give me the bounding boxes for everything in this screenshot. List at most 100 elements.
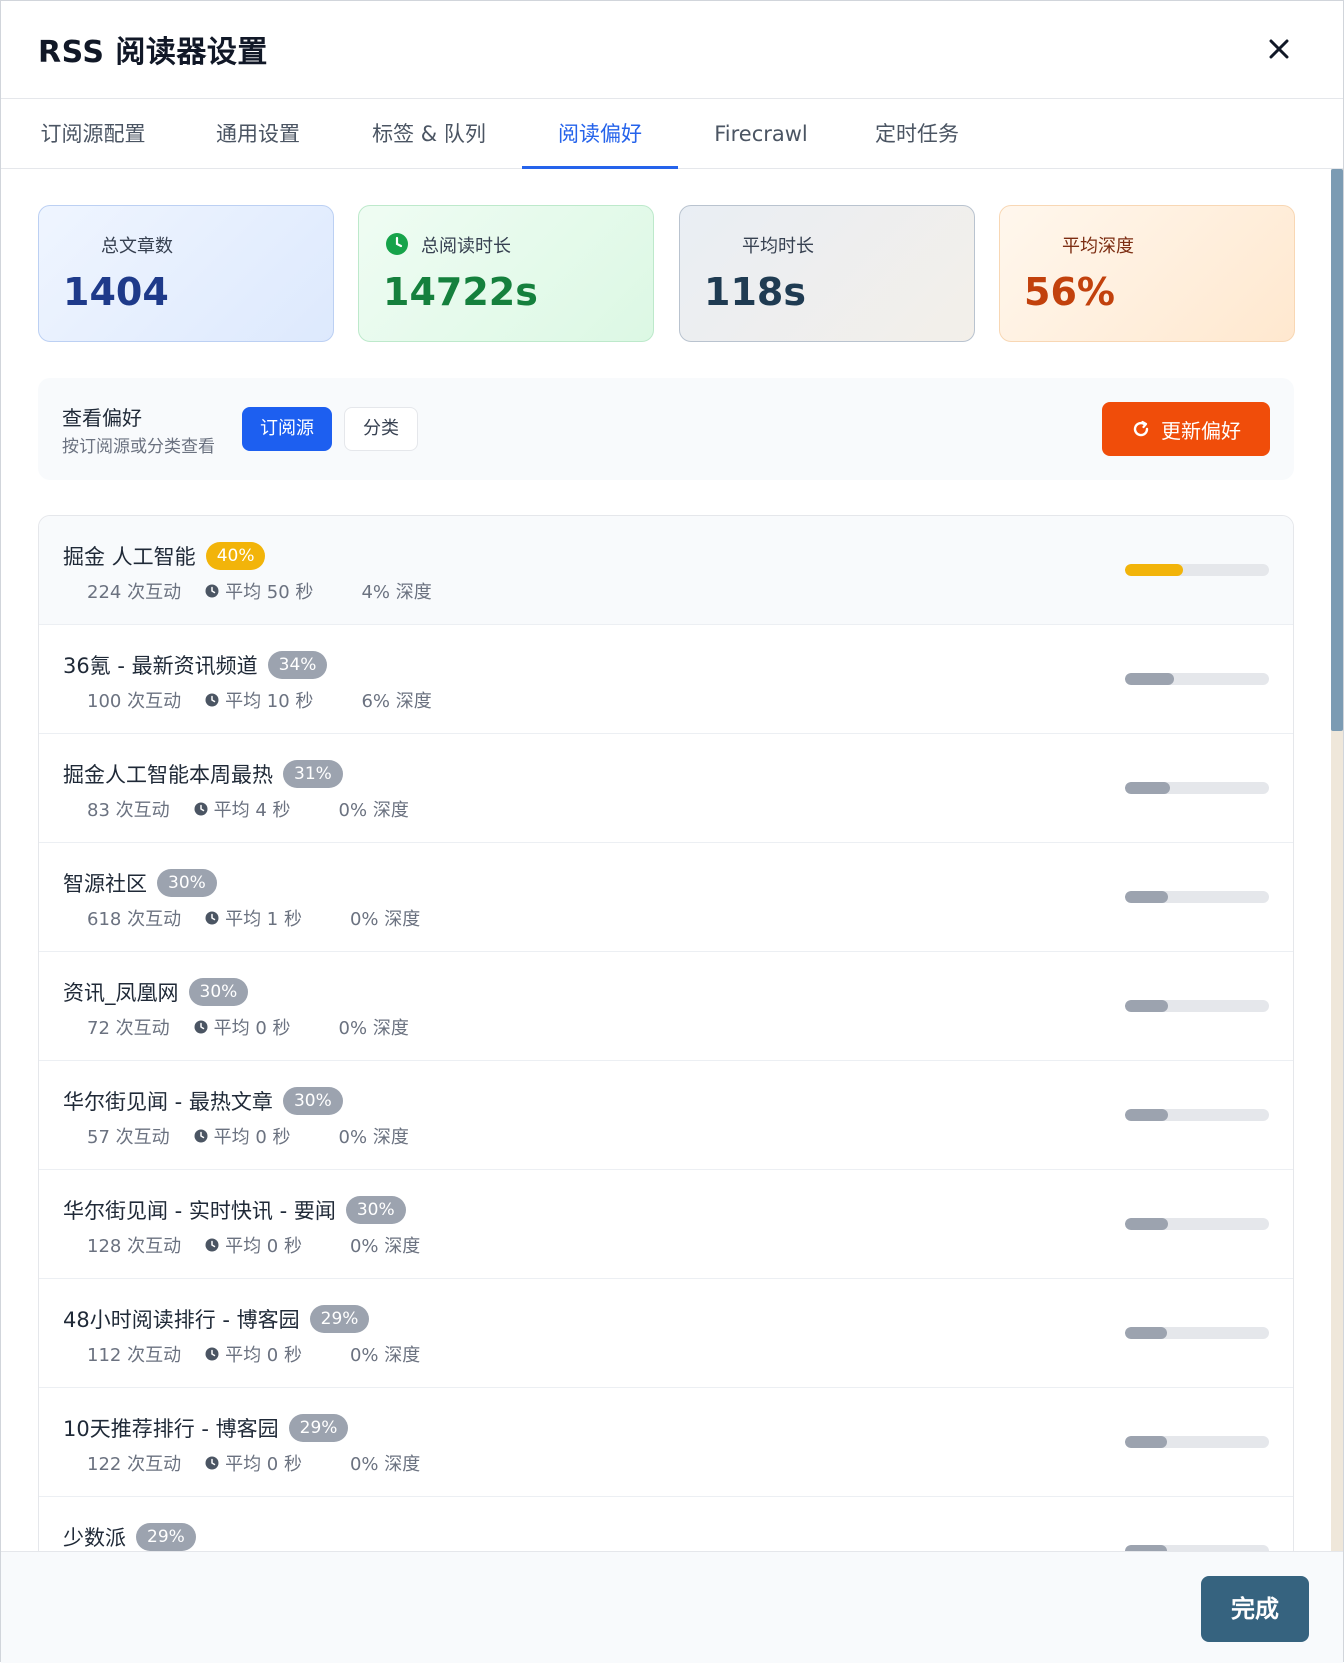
average-duration: 平均 0 秒 <box>225 1236 302 1257</box>
stat-card-avg-duration: 平均时长 118s <box>679 205 975 342</box>
preference-percent-badge: 34% <box>267 651 328 679</box>
preference-progress-bar <box>1125 891 1269 903</box>
reading-depth: 0% 深度 <box>338 1018 409 1039</box>
preference-progress-bar <box>1125 564 1269 576</box>
list-item[interactable]: 华尔街见闻 - 实时快讯 - 要闻 30% 128 次互动 平均 0 秒 0% 深度 <box>39 1170 1293 1279</box>
list-item[interactable]: 10天推荐排行 - 博客园 29% 122 次互动 平均 0 秒 0% 深度 <box>39 1388 1293 1497</box>
interaction-count: 100 次互动 <box>87 691 182 712</box>
reading-depth: 0% 深度 <box>338 1127 409 1148</box>
tab-bar: 订阅源配置 通用设置 标签 & 队列 阅读偏好 Firecrawl 定时任务 <box>1 99 1343 169</box>
preference-progress-fill <box>1125 891 1169 903</box>
list-item-title-line: 掘金 人工智能 40% <box>63 541 266 571</box>
clock-icon <box>205 693 219 707</box>
feed-name: 36氪 - 最新资讯频道 <box>63 654 258 678</box>
preference-progress-bar <box>1125 1436 1269 1448</box>
list-item[interactable]: 掘金 人工智能 40% 224 次互动 平均 50 秒 4% 深度 <box>39 516 1293 625</box>
interaction-count: 57 次互动 <box>87 1127 170 1148</box>
clock-icon <box>205 1456 219 1470</box>
close-icon <box>1269 39 1289 59</box>
preference-percent-badge: 30% <box>282 1087 343 1115</box>
feed-name: 48小时阅读排行 - 博客园 <box>63 1308 300 1332</box>
stat-card-total-articles: 总文章数 1404 <box>38 205 334 342</box>
list-item-meta: 83 次互动 平均 4 秒 0% 深度 <box>87 796 409 822</box>
tab-tags-queue[interactable]: 标签 & 队列 <box>370 99 488 169</box>
interaction-count: 83 次互动 <box>87 800 170 821</box>
preference-percent-badge: 40% <box>205 542 266 570</box>
list-item-meta: 122 次互动 平均 0 秒 0% 深度 <box>87 1450 420 1476</box>
clock-icon <box>205 1238 219 1252</box>
list-item[interactable]: 掘金人工智能本周最热 31% 83 次互动 平均 4 秒 0% 深度 <box>39 734 1293 843</box>
list-item-meta: 224 次互动 平均 50 秒 4% 深度 <box>87 578 432 604</box>
preference-percent-badge: 31% <box>283 760 343 788</box>
list-item-title-line: 少数派 29% <box>63 1522 196 1551</box>
tab-feed-config[interactable]: 订阅源配置 <box>38 99 148 169</box>
view-preference-subtitle: 按订阅源或分类查看 <box>62 437 215 457</box>
feed-name: 掘金 人工智能 <box>63 545 196 569</box>
tab-general[interactable]: 通用设置 <box>214 99 302 169</box>
view-preference-bar: 查看偏好 按订阅源或分类查看 订阅源 分类 更新偏好 <box>38 378 1294 480</box>
refresh-preferences-label: 更新偏好 <box>1161 418 1241 443</box>
stat-value: 118s <box>704 270 806 314</box>
preference-progress-fill <box>1125 1000 1169 1012</box>
list-item-meta: 128 次互动 平均 0 秒 0% 深度 <box>87 1232 420 1258</box>
feed-name: 智源社区 <box>63 872 147 896</box>
stat-value: 14722s <box>383 270 538 314</box>
stat-card-avg-depth: 平均深度 56% <box>999 205 1295 342</box>
view-by-category-button[interactable]: 分类 <box>344 407 418 451</box>
interaction-count: 224 次互动 <box>87 582 182 603</box>
feed-name: 华尔街见闻 - 最热文章 <box>63 1090 273 1114</box>
list-item[interactable]: 资讯_凤凰网 30% 72 次互动 平均 0 秒 0% 深度 <box>39 952 1293 1061</box>
feed-name: 资讯_凤凰网 <box>63 981 179 1005</box>
stat-card-total-reading-time: 总阅读时长 14722s <box>358 205 654 342</box>
settings-dialog: RSS 阅读器设置 订阅源配置 通用设置 标签 & 队列 阅读偏好 Firecr… <box>0 0 1344 1663</box>
list-item-title-line: 36氪 - 最新资讯频道 34% <box>63 650 328 680</box>
view-by-feed-button[interactable]: 订阅源 <box>242 407 332 451</box>
average-duration: 平均 0 秒 <box>213 1018 291 1039</box>
view-preference-title: 查看偏好 <box>62 406 142 430</box>
tab-firecrawl[interactable]: Firecrawl <box>711 99 811 169</box>
stat-value: 56% <box>1024 270 1115 314</box>
interaction-count: 618 次互动 <box>87 909 182 930</box>
list-item[interactable]: 36氪 - 最新资讯频道 34% 100 次互动 平均 10 秒 6% 深度 <box>39 625 1293 734</box>
stat-value: 1404 <box>63 270 169 314</box>
clock-icon <box>194 802 208 816</box>
stat-label: 总文章数 <box>101 236 173 257</box>
interaction-count: 122 次互动 <box>87 1454 182 1475</box>
scrollbar-thumb[interactable] <box>1331 169 1343 731</box>
clock-icon <box>205 584 219 598</box>
stat-label: 平均时长 <box>742 236 814 257</box>
list-item-title-line: 智源社区 30% <box>63 868 217 898</box>
list-item-meta: 618 次互动 平均 1 秒 0% 深度 <box>87 905 420 931</box>
preference-percent-badge: 29% <box>309 1305 370 1333</box>
refresh-preferences-button[interactable]: 更新偏好 <box>1102 402 1270 456</box>
list-item[interactable]: 48小时阅读排行 - 博客园 29% 112 次互动 平均 0 秒 0% 深度 <box>39 1279 1293 1388</box>
average-duration: 平均 0 秒 <box>225 1345 302 1366</box>
preference-progress-fill <box>1125 782 1170 794</box>
reading-depth: 4% 深度 <box>361 582 432 603</box>
clock-icon <box>194 1129 208 1143</box>
list-item-meta: 57 次互动 平均 0 秒 0% 深度 <box>87 1123 409 1149</box>
refresh-icon <box>1133 420 1149 437</box>
tab-reading-preferences[interactable]: 阅读偏好 <box>522 99 678 169</box>
list-item[interactable]: 智源社区 30% 618 次互动 平均 1 秒 0% 深度 <box>39 843 1293 952</box>
done-button[interactable]: 完成 <box>1201 1576 1309 1642</box>
interaction-count: 128 次互动 <box>87 1236 182 1257</box>
preference-progress-fill <box>1125 1218 1169 1230</box>
feed-name: 掘金人工智能本周最热 <box>63 763 273 787</box>
reading-depth: 0% 深度 <box>338 800 409 821</box>
preference-progress-fill <box>1125 673 1174 685</box>
close-button[interactable] <box>1259 29 1299 69</box>
reading-depth: 6% 深度 <box>361 691 432 712</box>
preference-progress-fill <box>1125 564 1183 576</box>
preference-progress-bar <box>1125 1109 1269 1121</box>
stat-label: 总阅读时长 <box>421 236 511 257</box>
list-item[interactable]: 华尔街见闻 - 最热文章 30% 57 次互动 平均 0 秒 0% 深度 <box>39 1061 1293 1170</box>
preferences-content: 总文章数 1404 总阅读时长 14722s 平均时长 118s 平均深度 56… <box>1 169 1344 1551</box>
clock-icon <box>205 911 219 925</box>
clock-icon <box>385 232 409 256</box>
preference-progress-bar <box>1125 782 1269 794</box>
feed-name: 华尔街见闻 - 实时快讯 - 要闻 <box>63 1199 336 1223</box>
list-item-title-line: 华尔街见闻 - 最热文章 30% <box>63 1086 343 1116</box>
tab-scheduled-tasks[interactable]: 定时任务 <box>873 99 961 169</box>
list-item[interactable]: 少数派 29% <box>39 1497 1293 1551</box>
